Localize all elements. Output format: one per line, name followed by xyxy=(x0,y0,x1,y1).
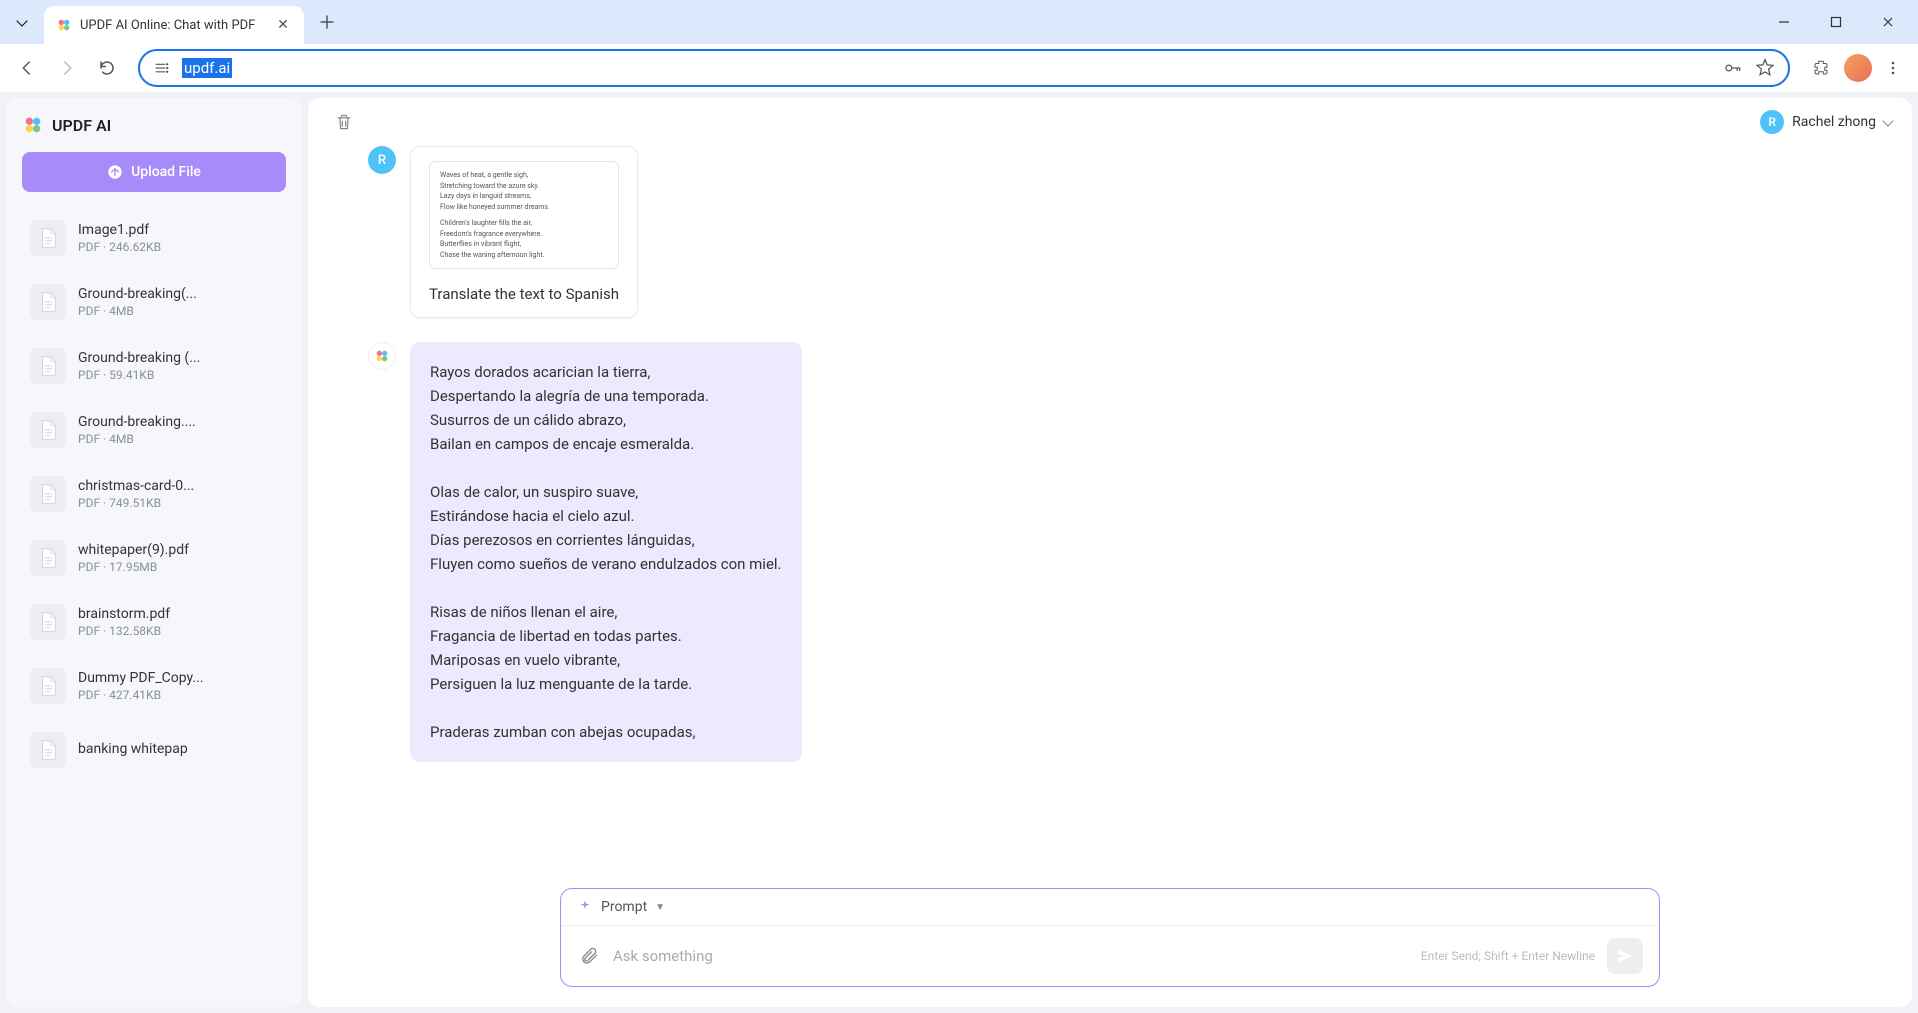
document-icon xyxy=(30,412,66,448)
tab-title: UPDF AI Online: Chat with PDF xyxy=(80,18,266,33)
user-avatar: R xyxy=(1760,110,1784,134)
chat-input-container: Prompt ▼ Enter Send; Shift + Enter Newli… xyxy=(560,888,1660,987)
file-meta: PDF · 132.58KB xyxy=(78,624,278,638)
tab-close-button[interactable]: ✕ xyxy=(274,16,292,34)
back-button[interactable] xyxy=(10,51,44,85)
file-item[interactable]: Ground-breaking(... PDF · 4MB xyxy=(22,272,286,332)
maximize-button[interactable] xyxy=(1814,5,1858,39)
user-name: Rachel zhong xyxy=(1792,114,1876,130)
document-icon xyxy=(30,220,66,256)
file-name: Ground-breaking.... xyxy=(78,414,278,430)
file-meta: PDF · 427.41KB xyxy=(78,688,278,702)
file-item[interactable]: Image1.pdf PDF · 246.62KB xyxy=(22,208,286,268)
file-name: Image1.pdf xyxy=(78,222,278,238)
address-bar[interactable]: updf.ai xyxy=(138,49,1790,87)
close-window-button[interactable] xyxy=(1866,5,1910,39)
file-item[interactable]: banking whitepap xyxy=(22,720,286,780)
document-icon xyxy=(30,668,66,704)
document-icon xyxy=(30,284,66,320)
main-area: R Rachel zhong R Waves of heat, a gentle… xyxy=(308,98,1912,1007)
user-message-avatar: R xyxy=(368,146,396,174)
password-key-icon[interactable] xyxy=(1722,57,1744,79)
site-settings-icon[interactable] xyxy=(152,58,172,78)
file-meta: PDF · 4MB xyxy=(78,304,278,318)
forward-button[interactable] xyxy=(50,51,84,85)
file-item[interactable]: whitepaper(9).pdf PDF · 17.95MB xyxy=(22,528,286,588)
ai-message-avatar xyxy=(368,342,396,370)
file-meta: PDF · 246.62KB xyxy=(78,240,278,254)
file-item[interactable]: Ground-breaking (... PDF · 59.41KB xyxy=(22,336,286,396)
file-name: Ground-breaking(... xyxy=(78,286,278,302)
ai-message-text: Rayos dorados acarician la tierra, Despe… xyxy=(430,360,782,744)
file-item[interactable]: brainstorm.pdf PDF · 132.58KB xyxy=(22,592,286,652)
file-name: brainstorm.pdf xyxy=(78,606,278,622)
tab-favicon-icon xyxy=(56,17,72,33)
file-item[interactable]: Ground-breaking.... PDF · 4MB xyxy=(22,400,286,460)
upload-file-button[interactable]: Upload File xyxy=(22,152,286,192)
delete-button[interactable] xyxy=(328,106,360,138)
document-icon xyxy=(30,604,66,640)
browser-menu-button[interactable] xyxy=(1878,53,1908,83)
ai-message-bubble: Rayos dorados acarician la tierra, Despe… xyxy=(410,342,802,762)
attached-document-thumbnail[interactable]: Waves of heat, a gentle sigh,Stretching … xyxy=(429,161,619,269)
new-tab-button[interactable] xyxy=(312,7,342,37)
profile-avatar[interactable] xyxy=(1844,54,1872,82)
file-name: christmas-card-0... xyxy=(78,478,278,494)
prompt-selector[interactable]: Prompt ▼ xyxy=(561,889,1659,926)
chevron-down-icon xyxy=(1882,115,1893,126)
sidebar: UPDF AI Upload File Image1.pdf PDF · 246… xyxy=(6,98,302,1007)
sparkle-icon xyxy=(577,899,593,915)
file-meta: PDF · 17.95MB xyxy=(78,560,278,574)
file-meta: PDF · 59.41KB xyxy=(78,368,278,382)
upload-label: Upload File xyxy=(131,164,201,180)
document-icon xyxy=(30,540,66,576)
document-icon xyxy=(30,476,66,512)
attach-button[interactable] xyxy=(577,944,601,968)
browser-tab[interactable]: UPDF AI Online: Chat with PDF ✕ xyxy=(44,6,304,44)
file-meta: PDF · 4MB xyxy=(78,432,278,446)
browser-toolbar: updf.ai xyxy=(0,44,1918,92)
file-name: Dummy PDF_Copy... xyxy=(78,670,278,686)
sidebar-title: UPDF AI xyxy=(52,116,111,135)
chat-text-input[interactable] xyxy=(613,947,1409,965)
tab-search-dropdown[interactable] xyxy=(8,8,36,36)
file-meta: PDF · 749.51KB xyxy=(78,496,278,510)
upload-icon xyxy=(107,164,123,180)
input-hint: Enter Send; Shift + Enter Newline xyxy=(1421,949,1595,963)
file-item[interactable]: christmas-card-0... PDF · 749.51KB xyxy=(22,464,286,524)
file-name: Ground-breaking (... xyxy=(78,350,278,366)
bookmark-star-icon[interactable] xyxy=(1754,57,1776,79)
user-dropdown[interactable]: R Rachel zhong xyxy=(1760,110,1892,134)
file-item[interactable]: Dummy PDF_Copy... PDF · 427.41KB xyxy=(22,656,286,716)
file-name: banking whitepap xyxy=(78,741,278,757)
url-text: updf.ai xyxy=(182,59,1712,77)
file-name: whitepaper(9).pdf xyxy=(78,542,278,558)
file-list: Image1.pdf PDF · 246.62KB Ground-breakin… xyxy=(22,208,286,991)
user-message-text: Translate the text to Spanish xyxy=(429,285,619,303)
document-icon xyxy=(30,732,66,768)
user-message-bubble: Waves of heat, a gentle sigh,Stretching … xyxy=(410,146,638,318)
chat-area: R Waves of heat, a gentle sigh,Stretchin… xyxy=(308,146,1912,876)
tab-bar: UPDF AI Online: Chat with PDF ✕ xyxy=(0,0,1918,44)
chevron-down-icon xyxy=(16,15,27,26)
caret-down-icon: ▼ xyxy=(655,902,665,913)
updf-logo-icon xyxy=(22,114,44,136)
send-button[interactable] xyxy=(1607,938,1643,974)
reload-button[interactable] xyxy=(90,51,124,85)
prompt-label: Prompt xyxy=(601,899,647,915)
document-icon xyxy=(30,348,66,384)
extensions-button[interactable] xyxy=(1804,51,1838,85)
minimize-button[interactable] xyxy=(1762,5,1806,39)
